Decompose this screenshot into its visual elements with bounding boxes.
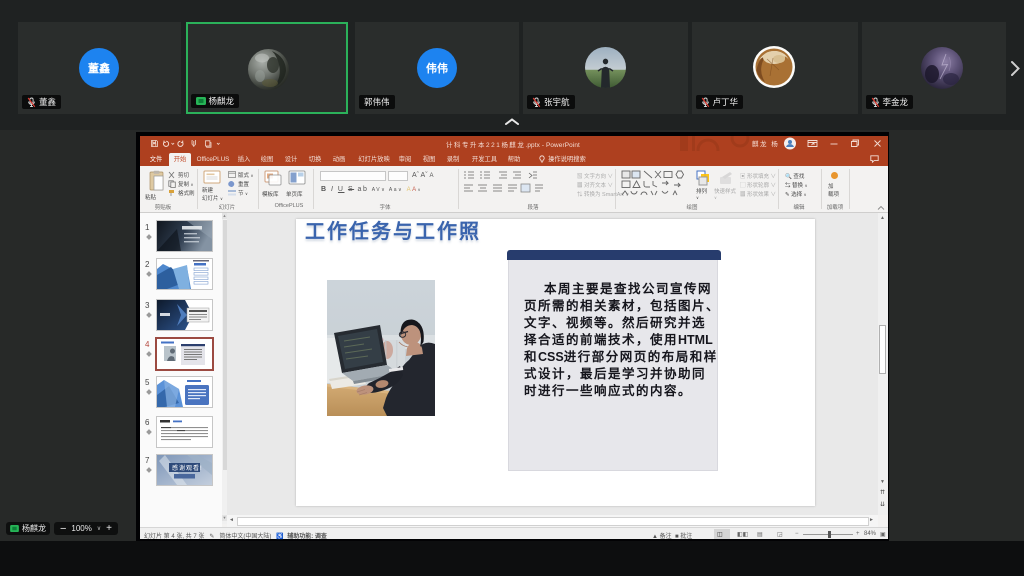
svg-text:感谢观看!: 感谢观看!: [172, 464, 203, 472]
svg-text:麒龙 杨: 麒龙 杨: [752, 139, 779, 148]
